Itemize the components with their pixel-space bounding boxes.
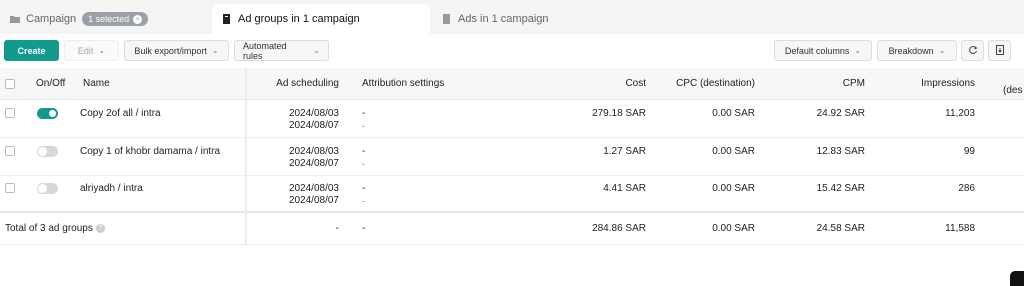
header-overflow: (des <box>1003 85 1023 96</box>
selection-badge-label: 1 selected <box>88 14 130 24</box>
schedule-start: 2024/08/03 <box>288 146 339 157</box>
header-attribution-settings[interactable]: Attribution settings <box>362 78 444 89</box>
impressions-value: 286 <box>958 183 975 194</box>
schedule-end: 2024/08/07 <box>288 120 339 131</box>
breakdown-button[interactable]: Breakdown ⌄ <box>877 40 957 61</box>
attribution-value: - <box>362 183 366 194</box>
schedule-end: 2024/08/07 <box>288 195 339 206</box>
frozen-column-divider <box>245 68 247 246</box>
status-toggle[interactable] <box>37 146 58 157</box>
ad-icon <box>442 14 452 24</box>
create-button[interactable]: Create <box>4 40 59 61</box>
cpm-value: 15.42 SAR <box>816 183 865 194</box>
cpc-value: 0.00 SAR <box>712 146 755 157</box>
cpm-value: 24.92 SAR <box>816 108 865 119</box>
impressions-value: 11,203 <box>945 108 975 119</box>
cpc-value: 0.00 SAR <box>712 183 755 194</box>
header-cpc[interactable]: CPC (destination) <box>655 78 755 89</box>
download-icon <box>995 44 1005 57</box>
table-row[interactable]: Copy 1 of khobr damama / intra 2024/08/0… <box>0 138 1024 176</box>
bulk-export-import-label: Bulk export/import <box>134 45 207 56</box>
header-on-off[interactable]: On/Off <box>36 78 65 89</box>
table-row[interactable]: alriyadh / intra 2024/08/03 2024/08/07 -… <box>0 176 1024 213</box>
header-cpm[interactable]: CPM <box>785 78 865 89</box>
attribution-value-2: - <box>362 121 365 131</box>
automated-rules-label: Automated rules <box>243 40 287 61</box>
export-button[interactable] <box>988 40 1011 61</box>
toggle-knob <box>48 109 57 118</box>
help-icon[interactable]: ? <box>95 223 105 233</box>
attribution-value: - <box>362 108 366 119</box>
floating-widget-corner[interactable] <box>1010 271 1024 286</box>
total-cpm: 24.58 SAR <box>816 223 865 234</box>
attribution-value-2: - <box>362 159 365 169</box>
cpm-value: 12.83 SAR <box>816 146 865 157</box>
total-row: Total of 3 ad groups? - - 284.86 SAR 0.0… <box>0 213 1024 245</box>
entity-tabs: Campaign 1 selected × Ad groups in 1 cam… <box>0 0 1024 34</box>
cost-value: 1.27 SAR <box>603 146 646 157</box>
header-name[interactable]: Name <box>83 78 110 89</box>
ad-group-name[interactable]: Copy 1 of khobr damama / intra <box>80 146 220 157</box>
create-button-label: Create <box>17 45 46 56</box>
status-toggle[interactable] <box>37 108 58 119</box>
header-cost[interactable]: Cost <box>566 78 646 89</box>
row-checkbox[interactable] <box>5 183 15 193</box>
default-columns-label: Default columns <box>784 45 850 56</box>
ad-group-name[interactable]: Copy 2of all / intra <box>80 108 161 119</box>
total-cost: 284.86 SAR <box>592 223 646 234</box>
chevron-down-icon: ⌄ <box>98 46 106 55</box>
cost-value: 279.18 SAR <box>592 108 646 119</box>
default-columns-button[interactable]: Default columns ⌄ <box>774 40 872 61</box>
bulk-export-import-button[interactable]: Bulk export/import ⌄ <box>124 40 229 61</box>
attribution-value-2: - <box>362 196 365 206</box>
ad-groups-table: On/Off Name Ad scheduling Attribution se… <box>0 68 1024 246</box>
chevron-down-icon: ⌄ <box>211 46 219 55</box>
total-impressions: 11,588 <box>945 223 975 234</box>
toggle-knob <box>38 184 47 193</box>
table-row[interactable]: Copy 2of all / intra 2024/08/03 2024/08/… <box>0 100 1024 138</box>
schedule-start: 2024/08/03 <box>288 108 339 119</box>
ad-group-icon <box>222 14 232 24</box>
impressions-value: 99 <box>963 146 975 157</box>
total-label: Total of 3 ad groups? <box>5 223 105 234</box>
row-checkbox[interactable] <box>5 146 15 156</box>
tab-ads-label: Ads in 1 campaign <box>458 13 549 25</box>
tab-campaign[interactable]: Campaign 1 selected × <box>0 4 208 34</box>
refresh-button[interactable] <box>961 40 984 61</box>
cost-value: 4.41 SAR <box>603 183 646 194</box>
total-cpc: 0.00 SAR <box>712 223 755 234</box>
folder-icon <box>10 14 20 24</box>
row-checkbox[interactable] <box>5 108 15 118</box>
cpc-value: 0.00 SAR <box>712 108 755 119</box>
breakdown-label: Breakdown <box>888 45 934 56</box>
toolbar: Create Edit ⌄ Bulk export/import ⌄ Autom… <box>0 34 1024 68</box>
toggle-knob <box>38 147 47 156</box>
chevron-down-icon: ⌄ <box>938 46 946 55</box>
header-ad-scheduling[interactable]: Ad scheduling <box>255 78 339 89</box>
schedule-end: 2024/08/07 <box>288 158 339 169</box>
ad-group-name[interactable]: alriyadh / intra <box>80 183 143 194</box>
table-header-row: On/Off Name Ad scheduling Attribution se… <box>0 68 1024 100</box>
refresh-icon <box>968 45 978 57</box>
schedule-start: 2024/08/03 <box>288 183 339 194</box>
attribution-value: - <box>362 146 366 157</box>
select-all-checkbox[interactable] <box>5 79 15 89</box>
chevron-down-icon: ⌄ <box>313 46 320 55</box>
chevron-down-icon: ⌄ <box>854 46 862 55</box>
edit-button[interactable]: Edit ⌄ <box>64 40 119 61</box>
status-toggle[interactable] <box>37 183 58 194</box>
selection-badge[interactable]: 1 selected × <box>82 12 149 26</box>
total-scheduling: - <box>335 223 339 234</box>
clear-selection-icon[interactable]: × <box>133 14 143 24</box>
tab-ad-groups-label: Ad groups in 1 campaign <box>238 13 360 25</box>
tab-ads[interactable]: Ads in 1 campaign <box>432 4 652 34</box>
tab-ad-groups[interactable]: Ad groups in 1 campaign <box>212 4 430 34</box>
tab-campaign-label: Campaign <box>26 13 77 25</box>
total-label-text: Total of 3 ad groups <box>5 223 93 234</box>
total-attribution: - <box>362 223 366 234</box>
header-impressions[interactable]: Impressions <box>895 78 975 89</box>
edit-button-label: Edit <box>77 45 94 56</box>
automated-rules-button[interactable]: Automated rules ⌄ <box>234 40 329 61</box>
